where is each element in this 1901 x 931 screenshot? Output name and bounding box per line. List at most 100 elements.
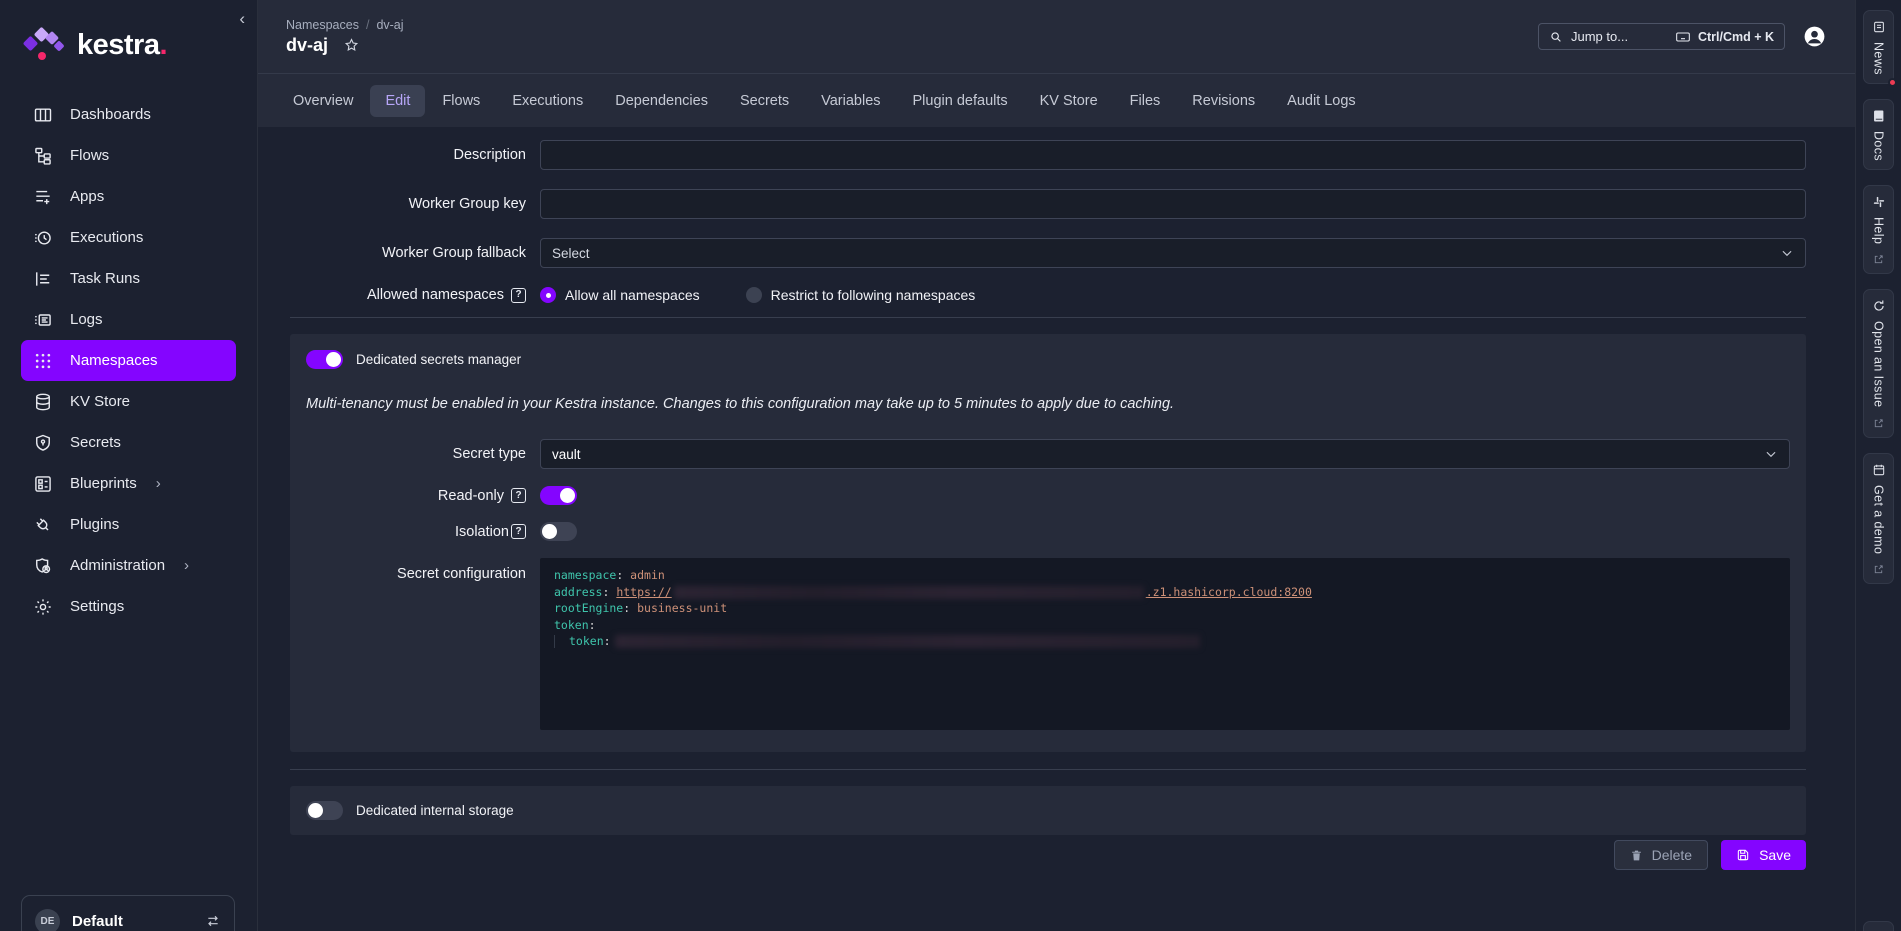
description-input[interactable] — [540, 140, 1806, 170]
redacted-value — [674, 586, 1144, 599]
sidebar-item-plugins[interactable]: Plugins — [21, 504, 236, 545]
secret-configuration-editor[interactable]: namespace: admin address: https://.z1.ha… — [540, 558, 1790, 730]
swap-icon — [205, 913, 221, 929]
dedicated-secrets-manager-toggle[interactable] — [306, 350, 343, 369]
edit-form: Description Worker Group key Worker Grou… — [258, 127, 1855, 931]
code-line: address: https://.z1.hashicorp.cloud:820… — [554, 584, 1780, 601]
right-rail: News Docs Help Open an Issue Get a demo — [1855, 0, 1901, 931]
tab-flows[interactable]: Flows — [427, 85, 495, 117]
plugins-icon — [33, 515, 53, 535]
isolation-toggle[interactable] — [540, 522, 577, 541]
topbar: Namespaces / dv-aj dv-aj Jump to... Ctrl… — [258, 0, 1855, 73]
keyboard-icon — [1675, 29, 1691, 45]
logs-icon — [33, 310, 53, 330]
apps-icon — [33, 187, 53, 207]
read-only-toggle[interactable] — [540, 486, 577, 505]
sidebar-item-flows[interactable]: Flows — [21, 135, 236, 176]
task-runs-icon — [33, 269, 53, 289]
internal-storage-card: Dedicated internal storage — [290, 786, 1806, 835]
sidebar-item-secrets[interactable]: Secrets — [21, 422, 236, 463]
sidebar-item-apps[interactable]: Apps — [21, 176, 236, 217]
blueprints-icon — [33, 474, 53, 494]
worker-group-key-label: Worker Group key — [290, 196, 540, 212]
sidebar-item-task-runs[interactable]: Task Runs — [21, 258, 236, 299]
isolation-label: Isolation ? — [306, 524, 540, 540]
tab-kv-store[interactable]: KV Store — [1025, 85, 1113, 117]
help-icon[interactable]: ? — [511, 488, 526, 503]
breadcrumb: Namespaces / dv-aj — [286, 18, 404, 32]
radio-restrict-namespaces[interactable]: Restrict to following namespaces — [746, 287, 976, 303]
star-icon[interactable] — [343, 37, 360, 54]
worker-group-key-input[interactable] — [540, 189, 1806, 219]
kv-store-icon — [33, 392, 53, 412]
section-divider — [290, 769, 1806, 770]
save-button[interactable]: Save — [1721, 840, 1806, 870]
tenant-avatar: DE — [35, 909, 60, 931]
radio-allow-all-namespaces[interactable]: Allow all namespaces — [540, 287, 700, 303]
breadcrumb-current[interactable]: dv-aj — [376, 18, 403, 32]
description-label: Description — [290, 147, 540, 163]
tab-audit-logs[interactable]: Audit Logs — [1272, 85, 1371, 117]
dedicated-internal-storage-toggle[interactable] — [306, 801, 343, 820]
tenant-switcher[interactable]: DE Default — [21, 895, 235, 931]
save-icon — [1736, 848, 1750, 862]
delete-button[interactable]: Delete — [1614, 840, 1708, 870]
read-only-label: Read-only ? — [306, 488, 540, 504]
calendar-icon — [1872, 463, 1886, 477]
breadcrumb-namespaces[interactable]: Namespaces — [286, 18, 359, 32]
tab-dependencies[interactable]: Dependencies — [600, 85, 723, 117]
indent-guide — [554, 635, 566, 648]
sidebar-collapse-icon[interactable]: ‹ — [239, 10, 245, 27]
worker-group-fallback-select[interactable]: Select — [540, 238, 1806, 268]
news-badge — [1888, 78, 1897, 87]
get-a-demo-button[interactable]: Get a demo — [1863, 453, 1894, 584]
sidebar-item-administration[interactable]: Administration › — [21, 545, 236, 586]
slack-icon — [1872, 195, 1886, 209]
namespace-tabs: Overview Edit Flows Executions Dependenc… — [258, 73, 1855, 127]
dashboards-icon — [33, 105, 53, 125]
chevron-right-icon: › — [184, 557, 189, 574]
sidebar-item-namespaces[interactable]: Namespaces — [21, 340, 236, 381]
sidebar: ‹ kestra. Dashboards Flows Apps Executio… — [0, 0, 258, 931]
tab-executions[interactable]: Executions — [497, 85, 598, 117]
sidebar-item-blueprints[interactable]: Blueprints › — [21, 463, 236, 504]
kestra-logo[interactable]: kestra. — [0, 14, 257, 66]
search-shortcut: Ctrl/Cmd + K — [1675, 29, 1774, 45]
tab-secrets[interactable]: Secrets — [725, 85, 804, 117]
chevron-down-icon — [1780, 246, 1794, 260]
tab-revisions[interactable]: Revisions — [1177, 85, 1270, 117]
trash-icon — [1630, 849, 1643, 862]
sidebar-item-executions[interactable]: Executions — [21, 217, 236, 258]
jump-to-search[interactable]: Jump to... Ctrl/Cmd + K — [1538, 23, 1785, 50]
tab-variables[interactable]: Variables — [806, 85, 895, 117]
help-button[interactable]: Help — [1863, 185, 1894, 274]
docs-button[interactable]: Docs — [1863, 99, 1894, 170]
search-placeholder: Jump to... — [1571, 29, 1667, 44]
secret-type-select[interactable]: vault — [540, 439, 1790, 469]
secret-configuration-label: Secret configuration — [306, 566, 540, 582]
open-an-issue-button[interactable]: Open an Issue — [1863, 289, 1894, 438]
tab-files[interactable]: Files — [1115, 85, 1176, 117]
tab-overview[interactable]: Overview — [278, 85, 368, 117]
news-button[interactable]: News — [1863, 10, 1894, 84]
sidebar-item-logs[interactable]: Logs — [21, 299, 236, 340]
footer-actions: Delete Save — [290, 840, 1806, 870]
settings-icon — [33, 597, 53, 617]
tenant-name: Default — [72, 913, 193, 930]
sidebar-item-dashboards[interactable]: Dashboards — [21, 94, 236, 135]
help-icon[interactable]: ? — [511, 524, 526, 539]
tab-edit[interactable]: Edit — [370, 85, 425, 117]
sidebar-item-settings[interactable]: Settings — [21, 586, 236, 627]
news-icon — [1872, 20, 1886, 34]
help-icon[interactable]: ? — [511, 288, 526, 303]
kestra-logo-mark — [24, 26, 64, 64]
namespaces-icon — [33, 351, 53, 371]
user-avatar-icon[interactable] — [1802, 24, 1827, 49]
dedicated-secrets-manager-label: Dedicated secrets manager — [356, 352, 521, 367]
tab-plugin-defaults[interactable]: Plugin defaults — [898, 85, 1023, 117]
rail-partial-button[interactable] — [1863, 921, 1894, 931]
sidebar-item-kv-store[interactable]: KV Store — [21, 381, 236, 422]
search-icon — [1549, 30, 1563, 44]
worker-group-fallback-label: Worker Group fallback — [290, 245, 540, 261]
redacted-value — [615, 635, 1200, 648]
